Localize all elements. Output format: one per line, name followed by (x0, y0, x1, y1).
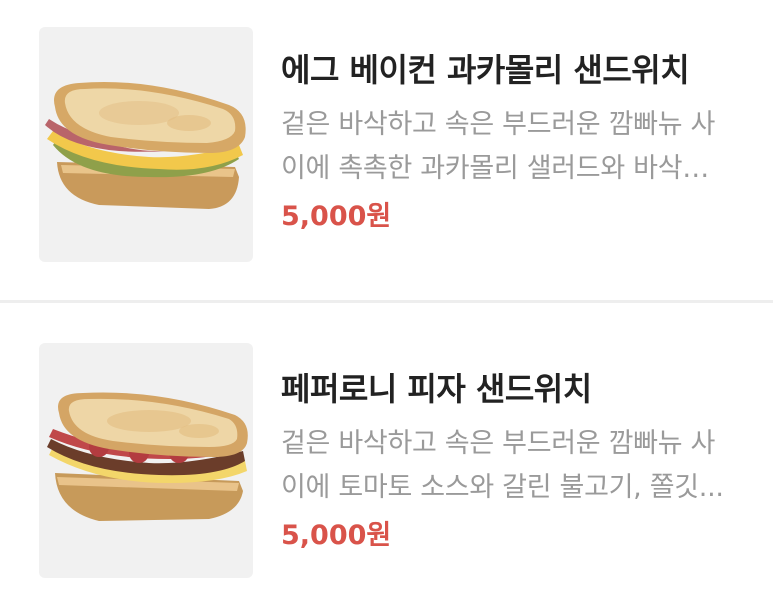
menu-title[interactable]: 페퍼로니 피자 샌드위치 (281, 366, 751, 412)
menu-description: 겉은 바삭하고 속은 부드러운 깜빠뉴 사이에 촉촉한 과카몰리 샐러드와 바삭… (281, 109, 716, 184)
menu-price: 5,000원 (281, 520, 392, 551)
menu-price: 5,000원 (281, 201, 392, 232)
menu-item-pepperoni-pizza-sandwich[interactable]: 페퍼로니 피자 샌드위치 겉은 바삭하고 속은 부드러운 깜빠뉴 사이에 토마토… (0, 303, 773, 603)
pepperoni-pizza-sandwich-image (47, 392, 248, 521)
menu-info: 페퍼로니 피자 샌드위치 겉은 바삭하고 속은 부드러운 깜빠뉴 사이에 토마토… (281, 366, 751, 556)
sandwich-thumbnail[interactable] (39, 343, 253, 578)
menu-info: 에그 베이컨 과카몰리 샌드위치 겉은 바삭하고 속은 부드러운 깜빠뉴 사이에… (281, 47, 751, 237)
menu-item-egg-bacon-guacamole-sandwich[interactable]: 에그 베이컨 과카몰리 샌드위치 겉은 바삭하고 속은 부드러운 깜빠뉴 사이에… (0, 0, 773, 300)
menu-description: 겉은 바삭하고 속은 부드러운 깜빠뉴 사이에 토마토 소스와 갈린 불고기, … (281, 428, 724, 503)
egg-bacon-guacamole-sandwich-image (45, 81, 246, 209)
sandwich-thumbnail[interactable] (39, 27, 253, 262)
menu-list: 에그 베이컨 과카몰리 샌드위치 겉은 바삭하고 속은 부드러운 깜빠뉴 사이에… (0, 0, 773, 606)
menu-title[interactable]: 에그 베이컨 과카몰리 샌드위치 (281, 47, 751, 93)
